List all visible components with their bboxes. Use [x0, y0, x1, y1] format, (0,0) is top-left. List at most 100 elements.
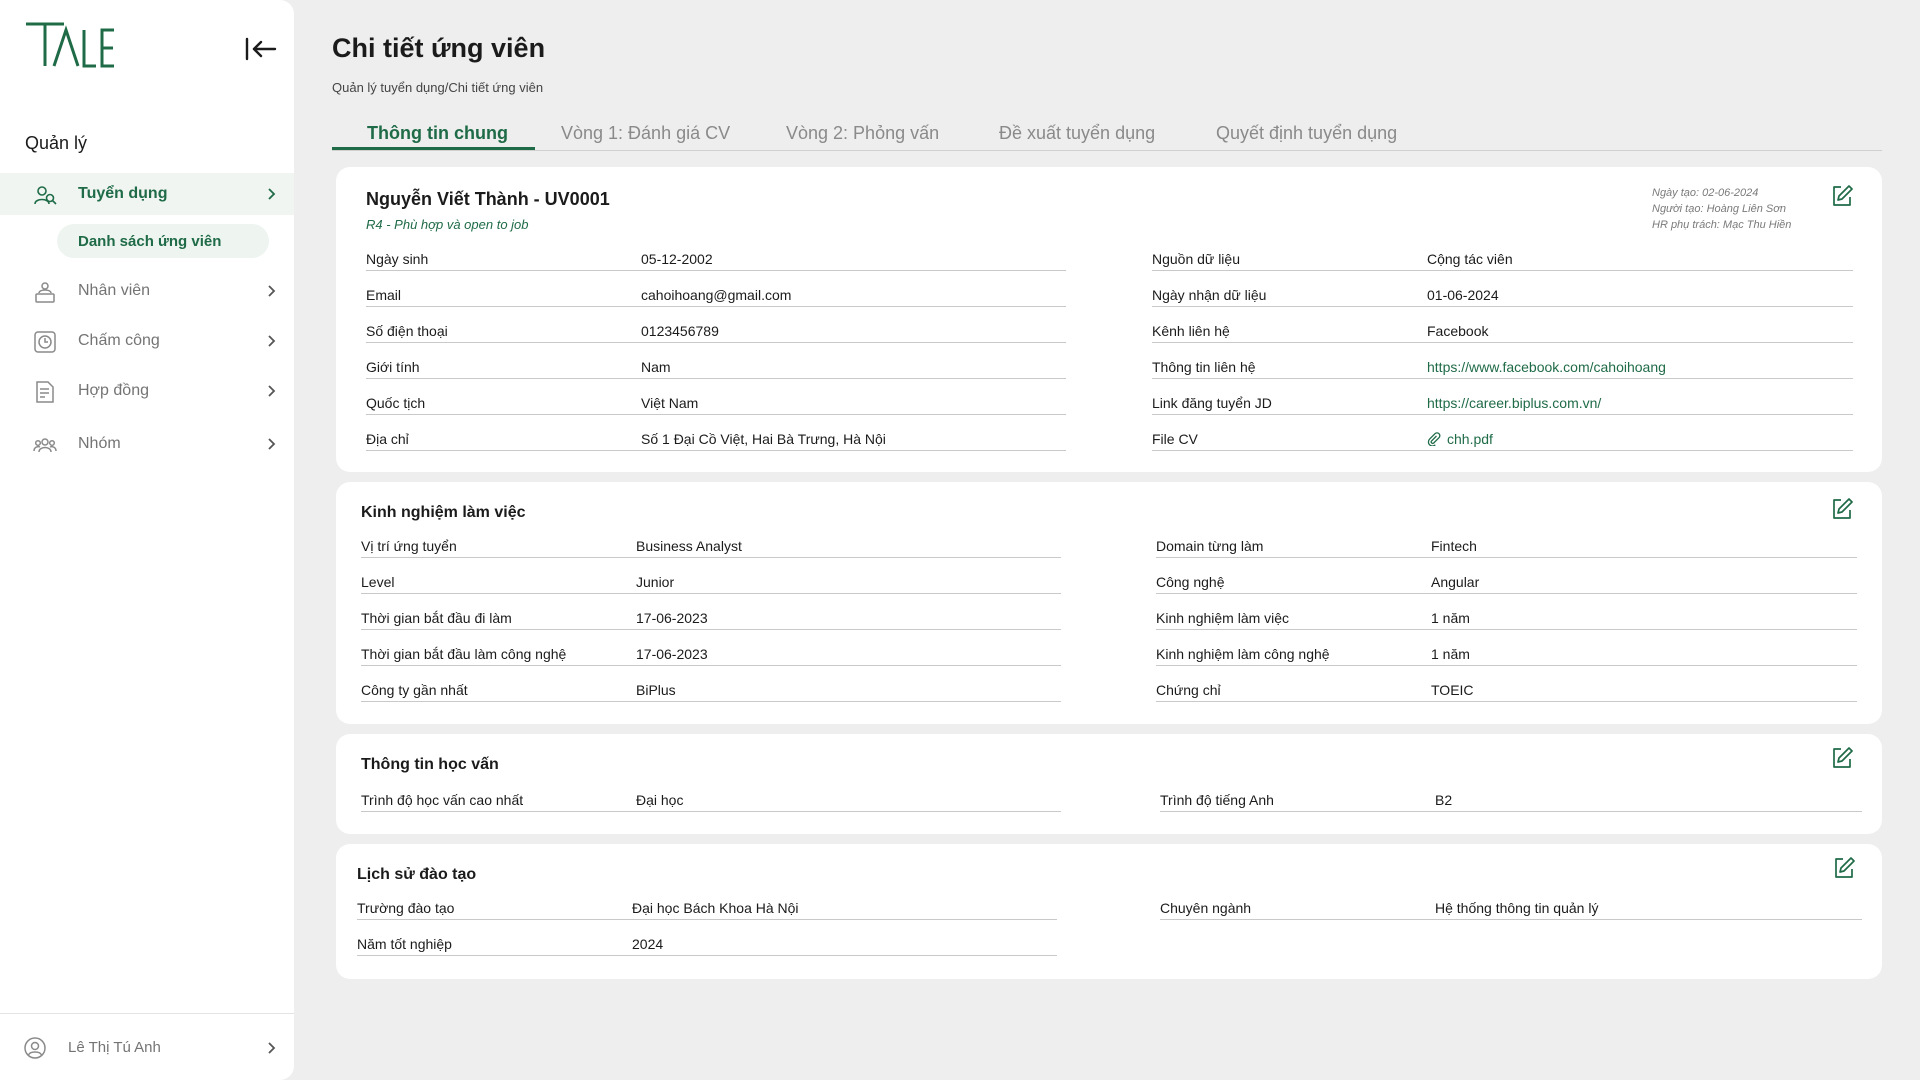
field-label: Công ty gần nhất — [361, 682, 468, 698]
collapse-sidebar-icon[interactable] — [244, 35, 278, 63]
field-row: Chuyên ngành Hệ thống thông tin quản lý — [1160, 896, 1862, 920]
sidebar-item-label: Nhân viên — [78, 282, 151, 299]
field-row: Giới tính Nam — [366, 355, 1066, 379]
field-value: 17-06-2023 — [636, 646, 708, 662]
field-row: Năm tốt nghiệp 2024 — [357, 932, 1057, 956]
field-row: Trình độ học vấn cao nhất Đại học — [361, 788, 1061, 812]
sidebar-item-timekeeping[interactable]: Chấm công — [0, 320, 294, 362]
field-label: Thời gian bắt đầu làm công nghệ — [361, 646, 567, 662]
sidebar-item-contract[interactable]: Hợp đồng — [0, 370, 294, 412]
employee-icon — [35, 282, 55, 303]
field-label: Chuyên ngành — [1160, 900, 1252, 916]
tab-hiring-decision[interactable]: Quyết định tuyển dụng — [1216, 123, 1397, 144]
tab-hiring-proposal[interactable]: Đề xuất tuyển dụng — [999, 123, 1155, 144]
field-label: Trình độ học vấn cao nhất — [361, 792, 524, 808]
field-label: Ngày nhận dữ liệu — [1152, 287, 1267, 303]
sidebar-item-group[interactable]: Nhóm — [0, 423, 294, 465]
field-label: File CV — [1152, 431, 1198, 447]
field-value: 2024 — [632, 936, 664, 952]
field-row: Level Junior — [361, 570, 1061, 594]
field-value: Angular — [1431, 574, 1480, 590]
field-value: 17-06-2023 — [636, 610, 708, 626]
card-title: Kinh nghiệm làm việc — [361, 504, 526, 521]
sidebar-item-label: Chấm công — [78, 332, 160, 349]
field-row: Kênh liên hệ Facebook — [1152, 319, 1853, 343]
active-tab-indicator — [332, 147, 535, 150]
meta-hr-owner: HR phụ trách: Mạc Thu Hiền — [1652, 219, 1792, 231]
field-row: Thời gian bắt đầu làm công nghệ 17-06-20… — [361, 642, 1061, 666]
candidate-info-card: Nguyễn Viết Thành - UV0001 R4 - Phù hợp … — [336, 167, 1882, 472]
field-row: Nguồn dữ liệu Cộng tác viên — [1152, 247, 1853, 271]
field-label: Thời gian bắt đầu đi làm — [361, 610, 512, 626]
field-label: Kênh liên hệ — [1152, 323, 1230, 339]
candidate-status: R4 - Phù hợp và open to job — [366, 217, 529, 232]
tab-general-info[interactable]: Thông tin chung — [367, 123, 508, 144]
jd-link[interactable]: https://career.biplus.com.vn/ — [1427, 395, 1601, 411]
card-title: Thông tin học vấn — [361, 756, 499, 773]
field-value: 1 năm — [1431, 646, 1470, 662]
cv-file-link[interactable]: chh.pdf — [1427, 431, 1493, 447]
field-label: Quốc tịch — [366, 395, 426, 411]
field-row: Chứng chỉ TOEIC — [1156, 678, 1857, 702]
field-label: Giới tính — [366, 359, 420, 375]
field-label: Kinh nghiệm làm việc — [1156, 610, 1290, 626]
field-value: Đại học — [636, 792, 684, 808]
field-row: Trường đào tạo Đại học Bách Khoa Hà Nội — [357, 896, 1057, 920]
chevron-right-icon — [268, 1042, 276, 1054]
edit-icon[interactable] — [1830, 746, 1854, 770]
field-value: Junior — [636, 574, 675, 590]
user-profile[interactable]: Lê Thị Tú Anh — [0, 1030, 294, 1066]
field-label: Domain từng làm — [1156, 538, 1264, 554]
field-row: Domain từng làm Fintech — [1156, 534, 1857, 558]
sidebar-item-label: Nhóm — [78, 435, 121, 452]
field-row: Ngày sinh 05-12-2002 — [366, 247, 1066, 271]
field-label: Số điện thoại — [366, 323, 448, 339]
section-label: Quản lý — [25, 133, 88, 153]
field-value: Việt Nam — [641, 395, 699, 411]
field-row: File CV chh.pdf — [1152, 427, 1853, 451]
sidebar-item-recruitment[interactable]: Tuyển dụng — [0, 173, 294, 215]
field-row: Kinh nghiệm làm công nghệ 1 năm — [1156, 642, 1857, 666]
field-label: Vị trí ứng tuyển — [361, 538, 457, 554]
meta-created-date: Ngày tạo: 02-06-2024 — [1652, 187, 1759, 199]
sidebar-item-label: Hợp đồng — [78, 382, 149, 399]
field-row: Thông tin liên hệ https://www.facebook.c… — [1152, 355, 1853, 379]
edit-icon[interactable] — [1830, 497, 1854, 521]
field-value: Hệ thống thông tin quản lý — [1435, 900, 1599, 916]
sidebar-item-employee[interactable]: Nhân viên — [0, 270, 294, 312]
field-value: Fintech — [1431, 538, 1477, 554]
card-title: Lịch sử đào tạo — [357, 866, 477, 883]
field-value: cahoihoang@gmail.com — [641, 287, 792, 303]
page-title: Chi tiết ứng viên — [332, 33, 546, 63]
field-row: Kinh nghiệm làm việc 1 năm — [1156, 606, 1857, 630]
sidebar-subitem-candidate-list[interactable]: Danh sách ứng viên — [57, 224, 269, 258]
field-label: Trình độ tiếng Anh — [1160, 792, 1274, 808]
tab-bar: Thông tin chung Vòng 1: Đánh giá CV Vòng… — [332, 120, 1882, 151]
candidate-name: Nguyễn Viết Thành - UV0001 — [366, 189, 610, 209]
candidate-meta: Ngày tạo: 02-06-2024 Người tạo: Hoàng Li… — [1652, 185, 1791, 233]
breadcrumb[interactable]: Quản lý tuyển dụng/Chi tiết ứng viên — [332, 80, 543, 95]
field-label: Thông tin liên hệ — [1152, 359, 1256, 375]
tab-round2-interview[interactable]: Vòng 2: Phỏng vấn — [786, 123, 939, 144]
field-row: Link đăng tuyển JD https://career.biplus… — [1152, 391, 1853, 415]
tab-round1-cv-review[interactable]: Vòng 1: Đánh giá CV — [561, 123, 730, 144]
field-row: Trình độ tiếng Anh B2 — [1160, 788, 1862, 812]
chevron-right-icon — [268, 438, 276, 450]
field-value: Business Analyst — [636, 538, 742, 554]
field-label: Link đăng tuyển JD — [1152, 395, 1272, 411]
edit-icon[interactable] — [1830, 184, 1854, 208]
sidebar-item-label: Tuyển dụng — [78, 185, 168, 202]
field-value: B2 — [1435, 792, 1453, 808]
facebook-link[interactable]: https://www.facebook.com/cahoihoang — [1427, 359, 1666, 375]
paperclip-icon — [1427, 432, 1441, 446]
field-label: Công nghệ — [1156, 574, 1225, 590]
education-card: Thông tin học vấn Trình độ học vấn cao n… — [336, 734, 1882, 834]
field-row: Công nghệ Angular — [1156, 570, 1857, 594]
field-row: Số điện thoại 0123456789 — [366, 319, 1066, 343]
field-row: Vị trí ứng tuyển Business Analyst — [361, 534, 1061, 558]
user-avatar-icon — [24, 1037, 46, 1059]
chevron-right-icon — [268, 188, 276, 200]
field-value: BiPlus — [636, 682, 676, 698]
edit-icon[interactable] — [1832, 856, 1856, 880]
user-name: Lê Thị Tú Anh — [68, 1039, 161, 1056]
